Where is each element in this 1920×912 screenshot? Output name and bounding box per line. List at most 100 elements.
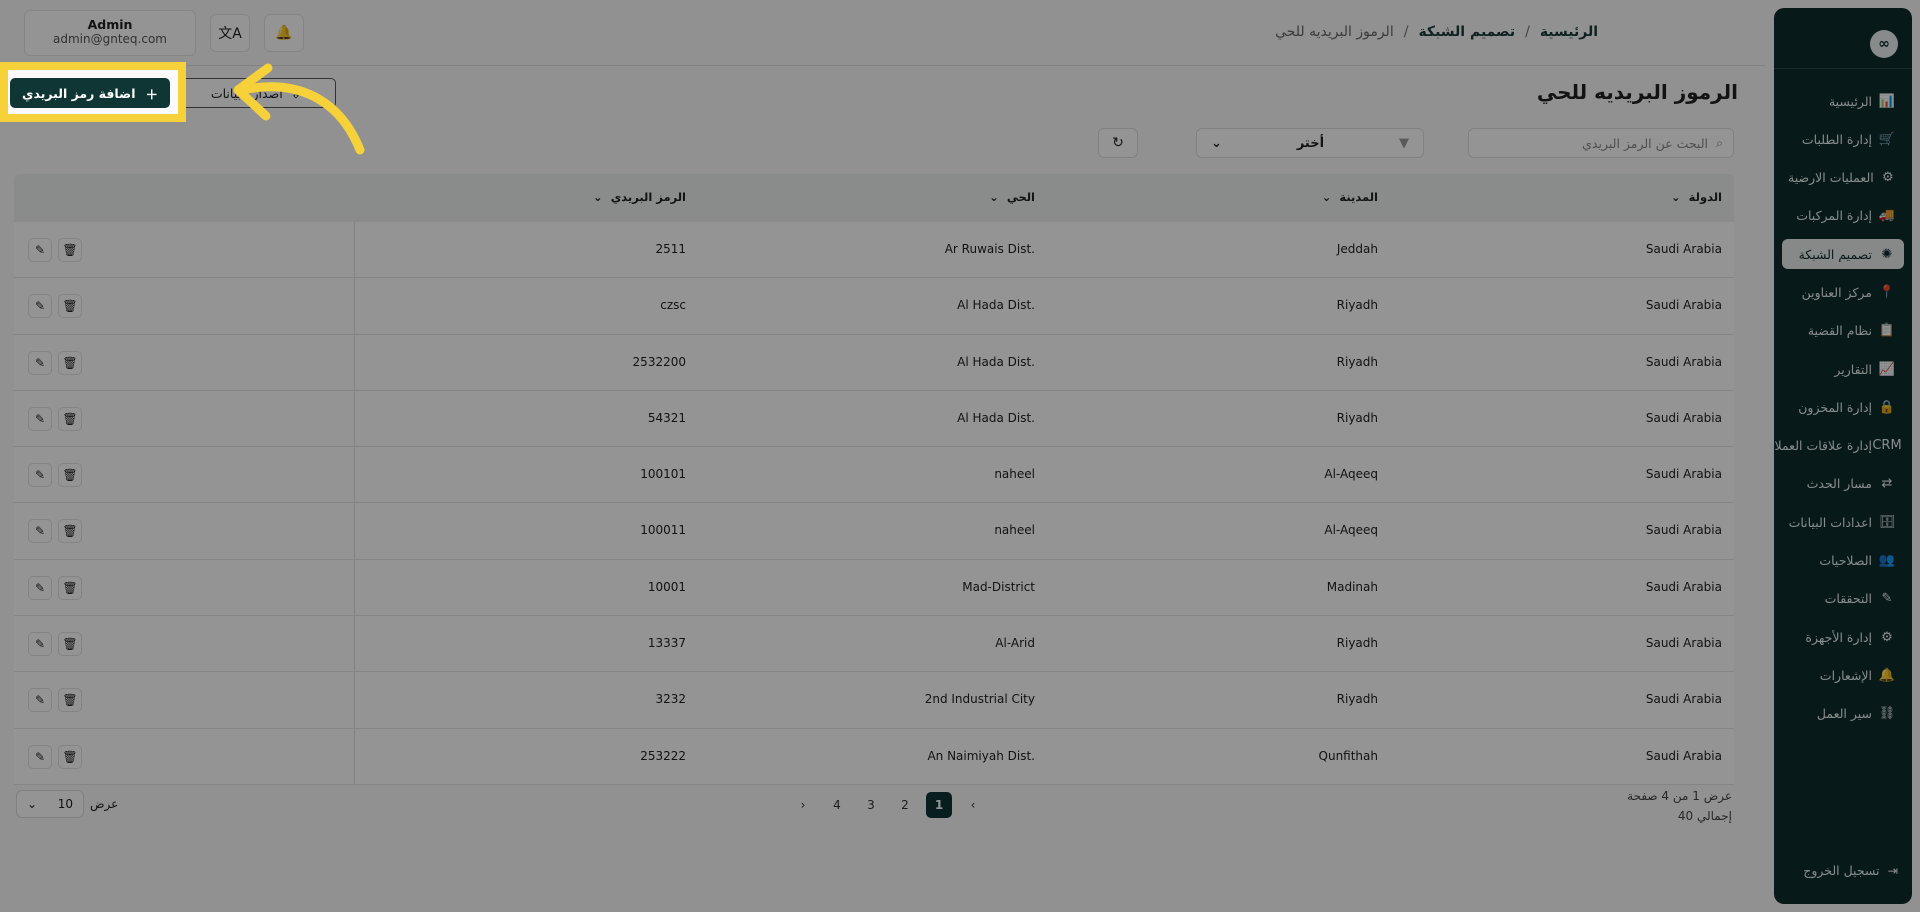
cell-postal: 10001 [647,579,686,594]
tutorial-spotlight: ＋ اضافة رمز البريدي [0,62,186,122]
cell-country: Saudi Arabia [1645,242,1722,256]
table-header: ⌄ الدولة ⌄ المدينة ⌄ الحي ⌄ الرمز البريد… [14,174,1734,222]
edit-icon[interactable]: ✎ [28,406,52,431]
cell-city: Madinah [1326,579,1378,594]
trash-icon[interactable]: 🗑 [58,350,82,375]
prev-page-icon[interactable]: ‹ [960,792,986,818]
sidebar-item[interactable]: ✺ تصميم الشبكة [1782,239,1904,270]
trash-icon[interactable]: 🗑 [58,294,82,319]
sidebar-item[interactable]: 📋 نظام القضية [1782,316,1904,346]
edit-icon[interactable]: ✎ [28,519,52,544]
sidebar-item[interactable]: 🔒 إدارة المخزون [1782,392,1904,422]
edit-icon[interactable]: ✎ [28,688,52,713]
edit-icon[interactable]: ✎ [28,463,52,488]
cell-country: Saudi Arabia [1645,523,1722,538]
sidebar-item[interactable]: 🚚 إدارة المركبات [1782,201,1904,231]
trash-icon[interactable]: 🗑 [58,575,82,600]
cell-postal: czsc [660,298,686,313]
trash-icon[interactable]: 🗑 [58,519,82,544]
column-label: المدينة [1339,190,1378,204]
page-count-text: عرض 1 من 4 صفحة [1627,789,1732,803]
trash-icon[interactable]: 🗑 [58,238,82,262]
filter-select[interactable]: ▼ أختر ⌄ [1196,128,1424,158]
table-row: Saudi Arabia Riyadh 2nd Industrial City 323… [14,672,1734,729]
table-row: Saudi Arabia Riyadh Al Hada Dist. 54321 ✎ 🗑 [14,390,1734,448]
actions-divider [354,222,355,278]
filter-icon: ▼ [1399,135,1409,151]
pagination: › 4 3 2 1 ‹ [790,792,986,818]
trash-icon[interactable]: 🗑 [58,744,82,769]
sidebar-item[interactable]: ⚙ العمليات الارضية [1782,163,1904,193]
trash-icon[interactable]: 🗑 [58,632,82,657]
breadcrumb-separator: / [1403,24,1409,40]
sidebar-item[interactable]: CRM إدارة علاقات العملاء [1769,431,1904,461]
edit-icon[interactable]: ✎ [28,238,52,262]
column-header-city[interactable]: ⌄ المدينة [1322,190,1378,204]
search-input[interactable]: ⌕ البحث عن الرمز البريدي [1468,128,1734,158]
table-body: Saudi Arabia Jeddah Ar Ruwais Dist. 2511 ✎ 🗑 S… [14,222,1734,785]
trash-icon[interactable]: 🗑 [58,688,82,713]
breadcrumb-network-design[interactable]: تصميم الشبكة [1418,24,1515,40]
sidebar-item-label: الإشعارات [1819,667,1872,683]
postal-codes-table: ⌄ الدولة ⌄ المدينة ⌄ الحي ⌄ الرمز البريد… [14,174,1734,785]
sidebar-item-icon: 📊 [1878,93,1896,109]
sidebar-item[interactable]: 🛒 إدارة الطلبات [1782,124,1904,154]
column-header-district[interactable]: ⌄ الحي [989,190,1035,204]
page-button-2[interactable]: 2 [892,792,918,818]
trash-icon[interactable]: 🗑 [58,406,82,431]
page-button-4[interactable]: 4 [824,792,850,818]
topbar: Admin admin@gnteq.com 文A 🔔 الرئيسية / تص… [0,0,1766,66]
breadcrumb-home[interactable]: الرئيسية [1540,24,1598,40]
sidebar-item-label: اعدادات البيانات [1788,514,1872,530]
cell-city: Riyadh [1336,692,1378,707]
language-button[interactable]: 文A [210,14,250,52]
cell-postal: 3232 [655,692,686,707]
sidebar-item-icon: 👥 [1878,553,1896,569]
notifications-button[interactable]: 🔔 [264,14,304,52]
edit-icon[interactable]: ✎ [28,294,52,319]
user-email: admin@gnteq.com [53,32,167,46]
edit-icon[interactable]: ✎ [28,575,52,600]
sort-chevron-icon: ⌄ [1671,190,1681,204]
actions-divider [354,672,355,728]
sidebar-item[interactable]: 📍 مركز العناوين [1782,277,1904,307]
sidebar-item[interactable]: 👥 الصلاحيات [1782,546,1904,576]
next-page-icon[interactable]: › [790,792,816,818]
sidebar-item-label: الصلاحيات [1819,553,1872,569]
sidebar-item[interactable]: 📈 التقارير [1782,354,1904,384]
sidebar-item-icon: ⇄ [1881,476,1893,492]
sidebar-item[interactable]: ⚙ إدارة الأجهزة [1782,622,1904,652]
page-button-3[interactable]: 3 [858,792,884,818]
export-data-button[interactable]: ⇩ اصدار البيانات [176,78,336,108]
sidebar-item[interactable]: ⇄ مسار الحدث [1782,469,1904,499]
sidebar-item[interactable]: 🔔 الإشعارات [1782,660,1904,690]
column-header-postal-code[interactable]: ⌄ الرمز البريدي [593,190,686,204]
user-menu[interactable]: Admin admin@gnteq.com [24,10,196,56]
cell-country: Saudi Arabia [1645,636,1722,651]
export-label: اصدار البيانات [210,85,283,101]
actions-divider [354,334,355,390]
page-size-select[interactable]: ⌄ 10 [16,790,84,818]
edit-icon[interactable]: ✎ [28,350,52,375]
cell-country: Saudi Arabia [1645,692,1722,707]
sidebar-item[interactable]: ✎ التحققات [1782,584,1904,614]
sidebar-item[interactable]: ⛓ سير العمل [1782,699,1904,729]
page-button-1[interactable]: 1 [926,792,952,818]
logout-button[interactable]: ⇥ تسجيل الخروج [1803,863,1898,878]
actions-divider [354,728,355,784]
refresh-button[interactable]: ↻ [1098,128,1138,158]
edit-icon[interactable]: ✎ [28,744,52,769]
edit-icon[interactable]: ✎ [28,632,52,657]
cell-country: Saudi Arabia [1645,298,1722,313]
sidebar: ∞ 📊 الرئيسية 🛒 إدارة الطلبات ⚙ العمليات الارض… [1769,8,1912,904]
add-postal-code-button[interactable]: ＋ اضافة رمز البريدي [10,78,170,108]
sidebar-item[interactable]: 🗄 اعدادات البيانات [1782,507,1904,537]
trash-icon[interactable]: 🗑 [58,463,82,488]
app-logo-icon[interactable]: ∞ [1870,30,1898,58]
column-header-country[interactable]: ⌄ الدولة [1671,190,1722,204]
sidebar-item[interactable]: 📊 الرئيسية [1782,86,1904,116]
cell-district: 2nd Industrial City [924,692,1035,707]
pagination-info: عرض 1 من 4 صفحة إجمالي 40 [1627,786,1732,826]
actions-divider [354,616,355,672]
search-placeholder: البحث عن الرمز البريدي [1582,135,1708,151]
